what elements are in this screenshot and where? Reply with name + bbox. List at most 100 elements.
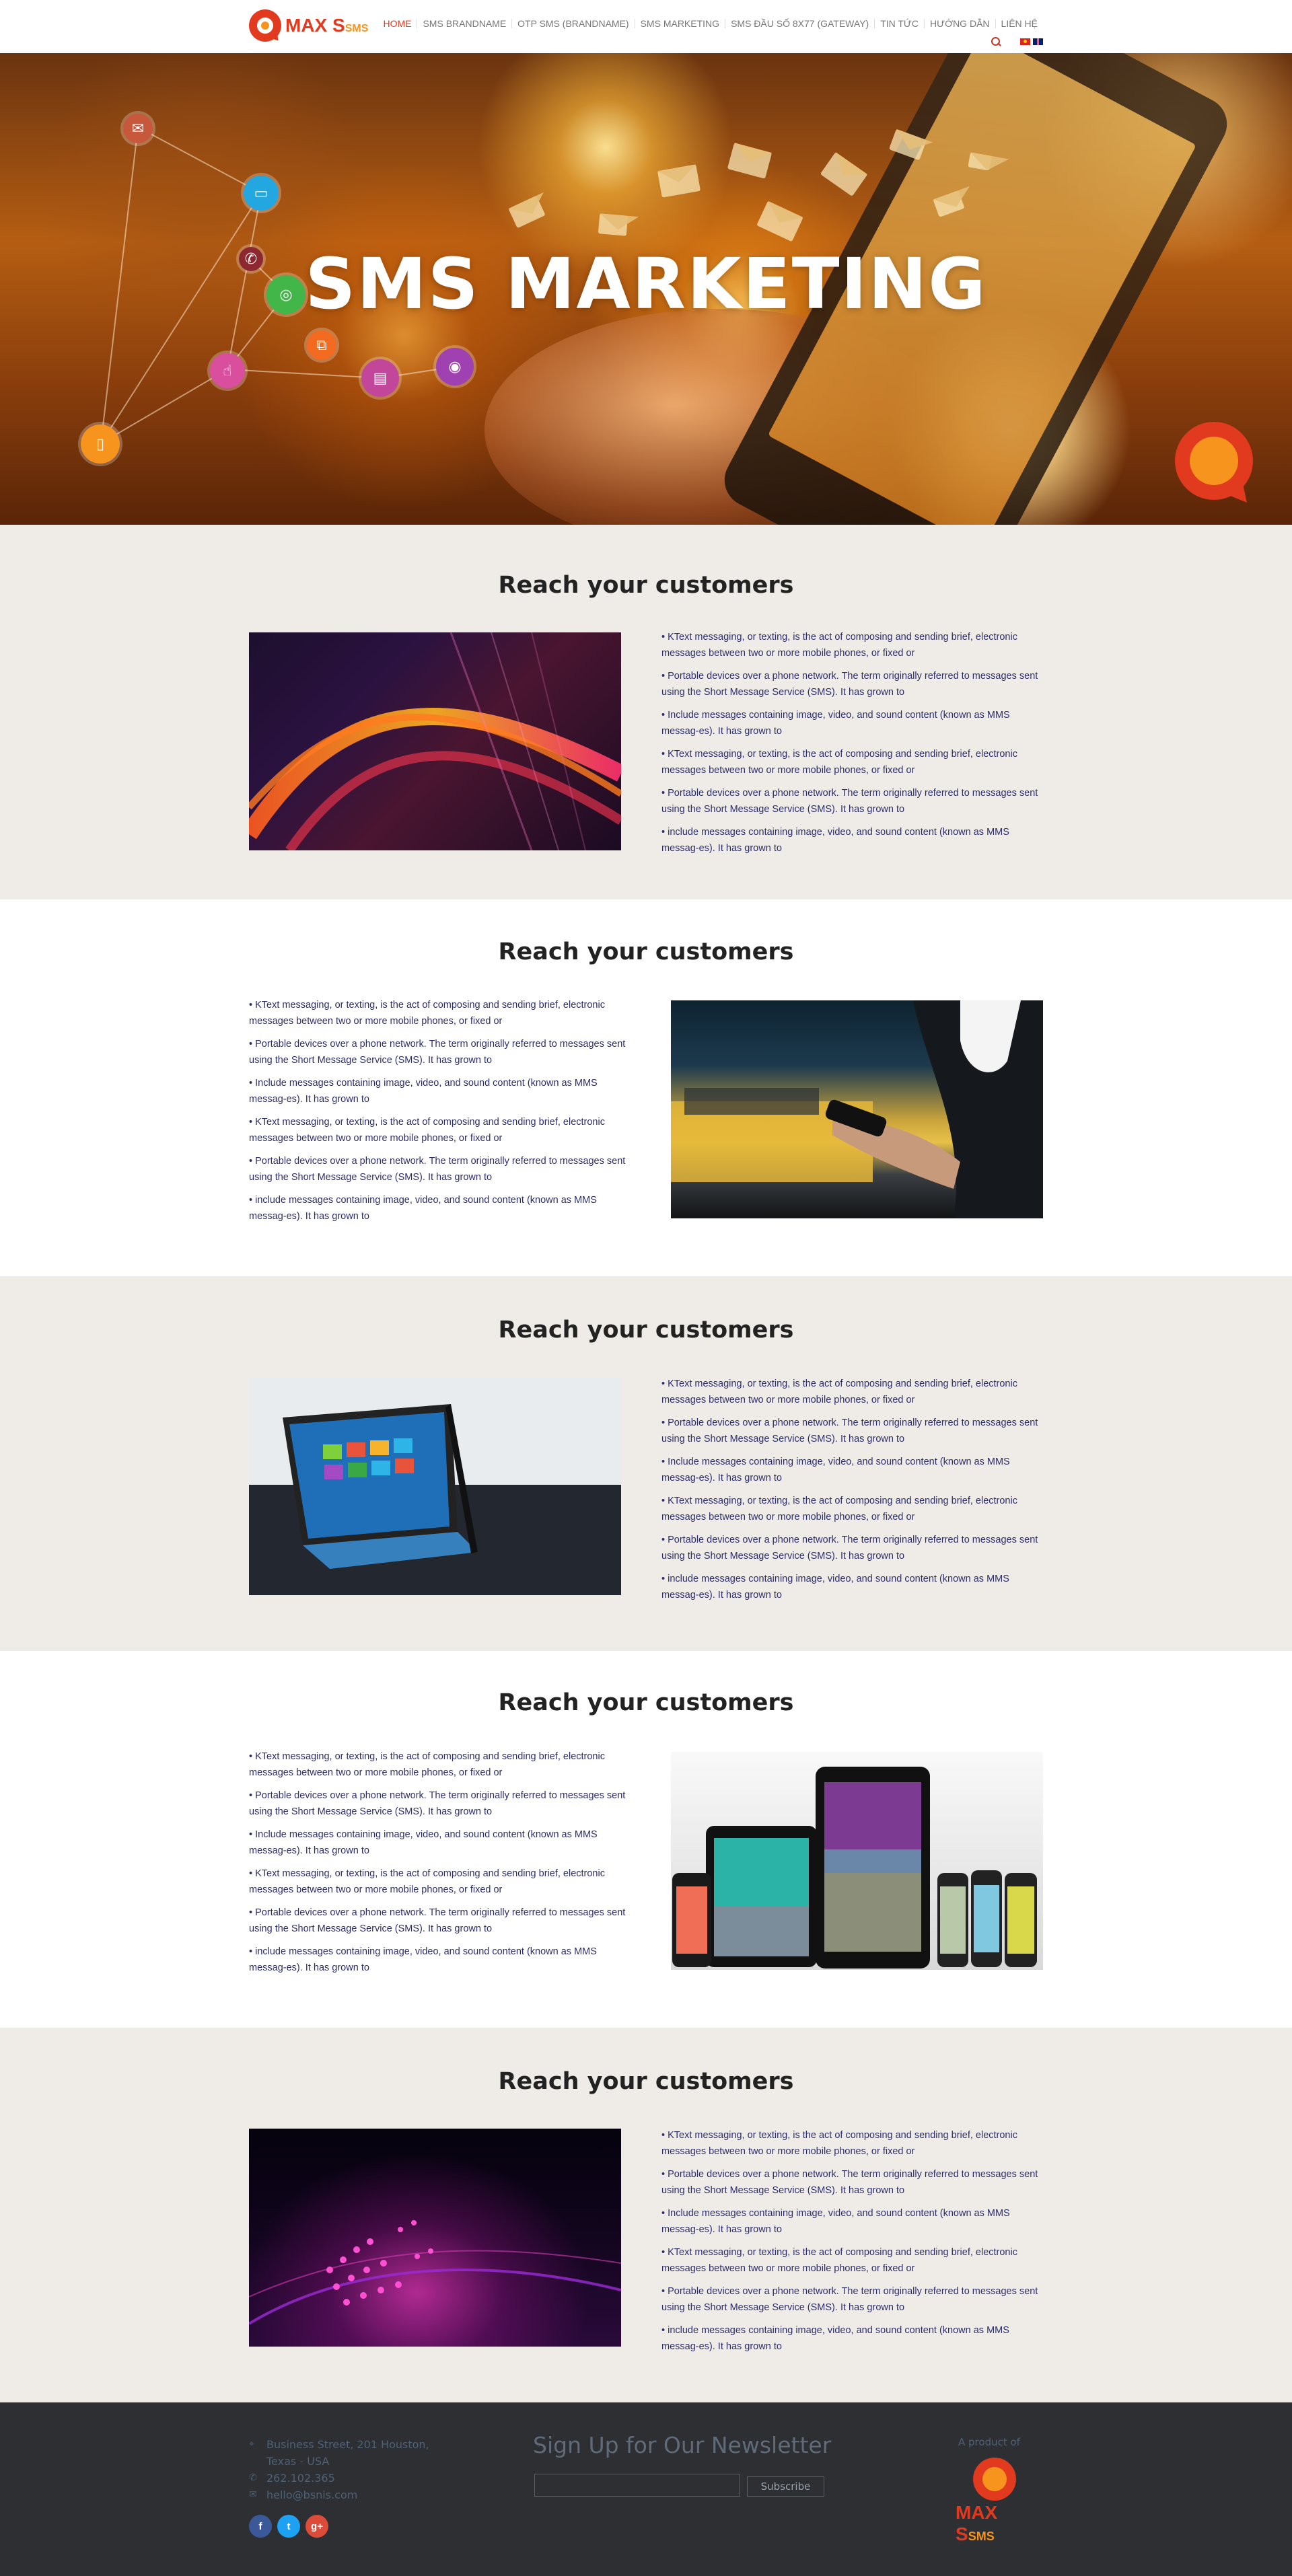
section-title: Reach your customers: [498, 2068, 794, 2095]
newsletter-title: Sign Up for Our Newsletter: [533, 2432, 832, 2458]
bullet-paragraph: • Include messages containing image, vid…: [661, 2208, 1010, 2235]
main-nav: HOME SMS BRANDNAME OTP SMS (BRANDNAME) S…: [378, 19, 1043, 28]
bullet-paragraph: • Include messages containing image, vid…: [249, 1829, 598, 1856]
site-footer: ⌖ Business Street, 201 Houston, Texas - U…: [0, 2402, 1292, 2576]
nav-item-contact[interactable]: LIÊN HỆ: [995, 19, 1043, 28]
bullet-paragraph: • KText messaging, or texting, is the ac…: [661, 749, 1017, 776]
bullet-paragraph: • KText messaging, or texting, is the ac…: [661, 2130, 1017, 2157]
nav-item-sms-brandname[interactable]: SMS BRANDNAME: [417, 19, 511, 28]
mobile-icon: ▯: [81, 425, 120, 464]
section-title: Reach your customers: [498, 1689, 794, 1716]
flag-en-icon[interactable]: [1033, 38, 1043, 45]
bullet-paragraph: • Portable devices over a phone network.…: [661, 1535, 1038, 1561]
web-icon: ▤: [361, 359, 399, 397]
address-line-2: Texas - USA: [266, 2455, 330, 2468]
bullet-paragraph: • Include messages containing image, vid…: [661, 1457, 1010, 1483]
bullet-paragraph: • Portable devices over a phone network.…: [249, 1156, 626, 1183]
footer-logo-text: MAX SSMS: [956, 2502, 998, 2544]
section-text: • KText messaging, or texting, is the ac…: [661, 629, 1048, 863]
nav-item-sms-marketing[interactable]: SMS MARKETING: [634, 19, 725, 28]
bullet-paragraph: • KText messaging, or texting, is the ac…: [661, 1496, 1017, 1522]
logo[interactable]: MAX SSMS: [249, 9, 369, 45]
social-links: f t g+: [249, 2515, 328, 2538]
header-tools: [991, 36, 1043, 47]
sitemap-icon: ⧉: [307, 330, 336, 360]
bullet-paragraph: • Portable devices over a phone network.…: [661, 2286, 1038, 2313]
cursor-icon: ☝: [210, 353, 245, 388]
content-section-4: Reach your customers • KText messaging, …: [0, 1651, 1292, 2028]
envelope-icon: [657, 164, 701, 198]
mail-icon: ✉: [249, 2489, 257, 2500]
bullet-paragraph: • include messages containing image, vid…: [249, 1946, 597, 1973]
bullet-paragraph: • Portable devices over a phone network.…: [661, 788, 1038, 815]
purple-lights-image: [249, 2129, 621, 2347]
mail-icon: ✉: [123, 114, 153, 143]
site-header: MAX SSMS HOME SMS BRANDNAME OTP SMS (BRA…: [0, 0, 1292, 53]
bullet-paragraph: • include messages containing image, vid…: [249, 1195, 597, 1222]
bullet-paragraph: • KText messaging, or texting, is the ac…: [249, 1117, 605, 1144]
phone-in-hand-image: [671, 1000, 1043, 1218]
envelope-icon: [820, 151, 868, 197]
envelope-icon: [598, 213, 629, 236]
bullet-paragraph: • include messages containing image, vid…: [661, 1574, 1009, 1600]
bullet-paragraph: • Portable devices over a phone network.…: [661, 1418, 1038, 1444]
bullet-paragraph: • KText messaging, or texting, is the ac…: [249, 1000, 605, 1027]
footer-phone: ✆ 262.102.365: [249, 2470, 429, 2487]
bullet-paragraph: • KText messaging, or texting, is the ac…: [249, 1868, 605, 1895]
devices-image: [671, 1752, 1043, 1970]
podcast-icon: ◉: [436, 348, 474, 385]
nav-item-otp-sms[interactable]: OTP SMS (BRANDNAME): [511, 19, 634, 28]
content-section-1: Reach your customers • KText messaging, …: [0, 525, 1292, 899]
bullet-paragraph: • Portable devices over a phone network.…: [661, 671, 1038, 698]
newsletter-email-input[interactable]: [534, 2474, 740, 2497]
hero-logo-badge: [1175, 422, 1253, 500]
hero-banner: ✉ ▭ ✆ ◎ ⧉ ☝ ▤ ◉ ▯ SMS MARKETING: [0, 53, 1292, 525]
section-text: • KText messaging, or texting, is the ac…: [661, 1376, 1048, 1610]
bullet-paragraph: • include messages containing image, vid…: [661, 827, 1009, 854]
bullet-paragraph: • KText messaging, or texting, is the ac…: [661, 2247, 1017, 2274]
nav-item-sms-gateway[interactable]: SMS ĐẦU SỐ 8X77 (GATEWAY): [725, 19, 874, 28]
nav-item-guide[interactable]: HƯỚNG DẪN: [924, 19, 995, 28]
subscribe-button[interactable]: Subscribe: [747, 2476, 824, 2497]
bullet-paragraph: • KText messaging, or texting, is the ac…: [661, 1378, 1017, 1405]
bullet-paragraph: • Portable devices over a phone network.…: [249, 1790, 626, 1817]
product-of-label: A product of: [958, 2436, 1020, 2448]
logo-mark-icon: [973, 2458, 1016, 2501]
search-icon[interactable]: [991, 36, 1001, 47]
bullet-paragraph: • Include messages containing image, vid…: [249, 1078, 598, 1105]
location-pin-icon: ⌖: [249, 2439, 254, 2450]
google-plus-icon[interactable]: g+: [306, 2515, 328, 2538]
section-title: Reach your customers: [498, 572, 794, 599]
logo-mark-icon: [249, 9, 283, 45]
envelope-icon: [756, 200, 803, 242]
tablet-image: [249, 1377, 621, 1595]
section-title: Reach your customers: [498, 1317, 794, 1344]
footer-email: ✉ hello@bsnis.com: [249, 2487, 429, 2503]
phone-number[interactable]: 262.102.365: [266, 2470, 335, 2487]
phone-icon: ✆: [249, 2472, 257, 2483]
content-section-5: Reach your customers • KText messaging, …: [0, 2028, 1292, 2402]
section-title: Reach your customers: [498, 939, 794, 965]
bullet-paragraph: • Include messages containing image, vid…: [661, 710, 1010, 737]
nav-item-home[interactable]: HOME: [378, 19, 417, 28]
envelope-icon: [727, 143, 773, 179]
hero-title: SMS MARKETING: [305, 243, 987, 325]
bullet-paragraph: • KText messaging, or texting, is the ac…: [249, 1751, 605, 1778]
section-text: • KText messaging, or texting, is the ac…: [661, 2127, 1048, 2361]
section-text: • KText messaging, or texting, is the ac…: [249, 1749, 636, 1983]
flag-vn-icon[interactable]: [1020, 38, 1030, 45]
address-line-1: Business Street, 201 Houston,: [266, 2438, 429, 2451]
twitter-icon[interactable]: t: [277, 2515, 300, 2538]
footer-logo[interactable]: MAX SSMS: [956, 2458, 1035, 2544]
bullet-paragraph: • Portable devices over a phone network.…: [249, 1039, 626, 1066]
email-link[interactable]: hello@bsnis.com: [266, 2487, 357, 2503]
facebook-icon[interactable]: f: [249, 2515, 272, 2538]
logo-text: MAX SSMS: [285, 15, 369, 36]
nav-item-news[interactable]: TIN TỨC: [874, 19, 924, 28]
content-section-3: Reach your customers • KText messaging, …: [0, 1276, 1292, 1651]
content-section-2: Reach your customers • KText messaging, …: [0, 899, 1292, 1276]
abstract-wave-image: [249, 632, 621, 850]
bullet-paragraph: • KText messaging, or texting, is the ac…: [661, 632, 1017, 659]
bullet-paragraph: • include messages containing image, vid…: [661, 2325, 1009, 2352]
footer-address: ⌖ Business Street, 201 Houston, Texas - U…: [249, 2436, 429, 2470]
